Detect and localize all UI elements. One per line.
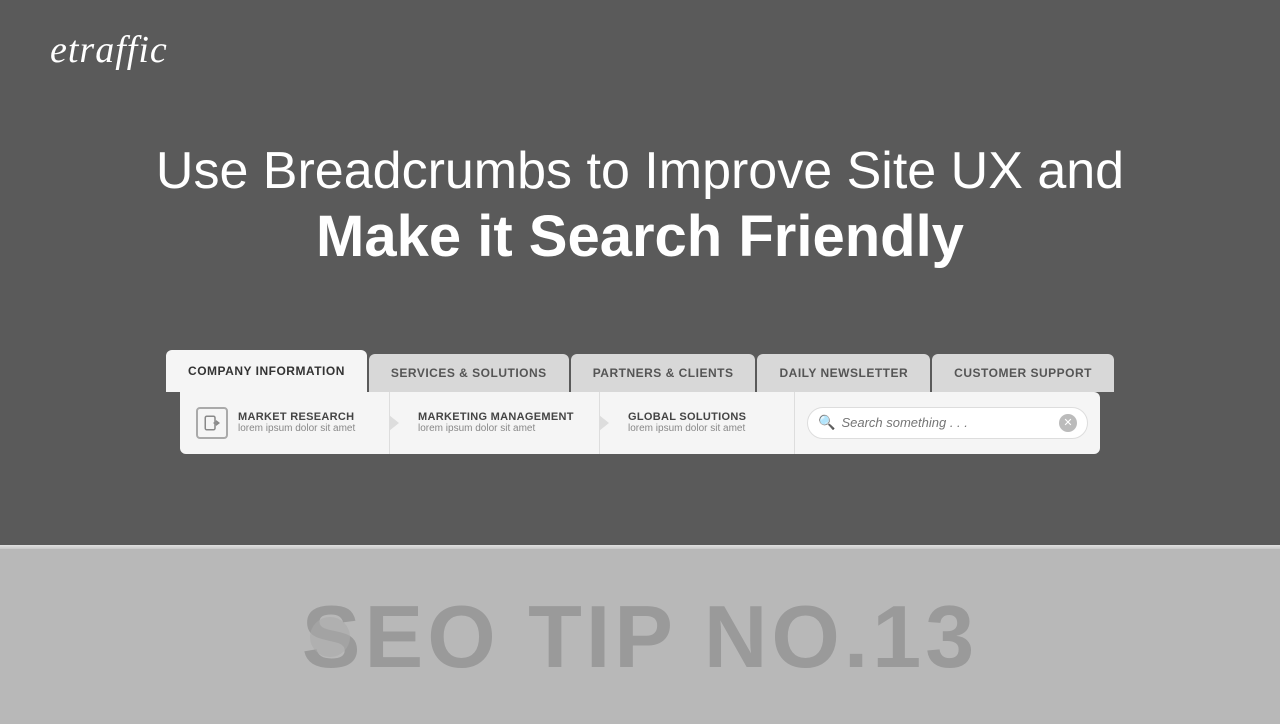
submenu-arrow-1 <box>389 415 399 431</box>
market-research-texts: MARKET RESEARCH lorem ipsum dolor sit am… <box>238 411 355 434</box>
search-clear-button[interactable]: ✕ <box>1059 414 1077 432</box>
search-area: 🔍 ✕ <box>795 407 1100 439</box>
login-icon <box>196 407 228 439</box>
nav-tabs: COMPANY INFORMATION SERVICES & SOLUTIONS… <box>180 350 1100 392</box>
bottom-section: SEO TIP NO.13 <box>0 549 1280 724</box>
logo: etraffic <box>50 28 168 72</box>
tab-partners-clients[interactable]: PARTNERS & CLIENTS <box>571 354 756 392</box>
marketing-management-texts: MARKETING MANAGEMENT lorem ipsum dolor s… <box>418 411 574 434</box>
headline-area: Use Breadcrumbs to Improve Site UX and M… <box>156 140 1124 272</box>
global-solutions-texts: GLOBAL SOLUTIONS lorem ipsum dolor sit a… <box>628 411 746 434</box>
headline-line1: Use Breadcrumbs to Improve Site UX and <box>156 140 1124 202</box>
search-box: 🔍 ✕ <box>807 407 1088 439</box>
submenu-container: MARKET RESEARCH lorem ipsum dolor sit am… <box>180 392 1100 454</box>
seo-tip-text: SEO TIP NO.13 <box>302 586 978 688</box>
top-section: etraffic Use Breadcrumbs to Improve Site… <box>0 0 1280 545</box>
submenu-item-global-solutions[interactable]: GLOBAL SOLUTIONS lorem ipsum dolor sit a… <box>600 392 795 454</box>
submenu-item-market-research[interactable]: MARKET RESEARCH lorem ipsum dolor sit am… <box>180 392 390 454</box>
headline-line2: Make it Search Friendly <box>156 202 1124 272</box>
tab-services-solutions[interactable]: SERVICES & SOLUTIONS <box>369 354 569 392</box>
decorative-circle <box>310 617 350 657</box>
tab-customer-support[interactable]: CUSTOMER SUPPORT <box>932 354 1114 392</box>
submenu-arrow-2 <box>599 415 609 431</box>
logo-text: etraffic <box>50 29 168 71</box>
search-input[interactable] <box>841 415 1059 430</box>
arrow-in-box-icon <box>203 414 221 432</box>
tab-company-information[interactable]: COMPANY INFORMATION <box>166 350 367 392</box>
submenu-item-marketing-management[interactable]: MARKETING MANAGEMENT lorem ipsum dolor s… <box>390 392 600 454</box>
tab-daily-newsletter[interactable]: DAILY NEWSLETTER <box>757 354 930 392</box>
search-icon: 🔍 <box>818 414 835 431</box>
